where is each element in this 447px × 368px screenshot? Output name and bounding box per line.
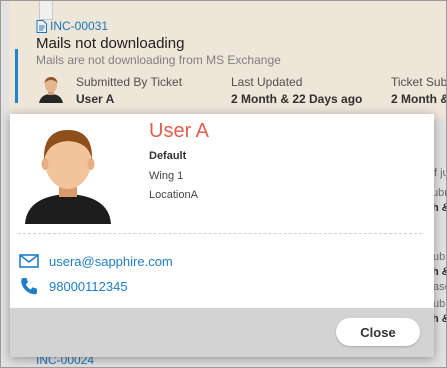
ticket-submitted-value: 2 Month & [391,92,447,106]
last-updated-label: Last Updated [231,75,303,89]
peek-text: ubr [433,251,446,263]
bookmark-icon [39,1,53,20]
user-phone-link[interactable]: 98000112345 [49,279,128,294]
peek-text: ubr [433,298,446,310]
submitted-by-label: Submitted By Ticket [76,75,183,89]
close-button[interactable]: Close [336,318,420,346]
ticket-description: Mails are not downloading from MS Exchan… [36,53,281,67]
phone-icon [21,278,37,295]
divider [18,233,422,234]
ticket-accent-bar [15,49,18,103]
last-updated: Last Updated 2 Month & 22 Days ago [231,75,362,106]
peek-text: h & [432,266,446,278]
user-wing: Wing 1 [149,170,184,182]
ticket-submitted: Ticket Submi 2 Month & [391,75,447,106]
user-role: Default [149,150,187,162]
phone-row[interactable]: 98000112345 [19,276,128,296]
submitted-by-value: User A [76,92,115,106]
user-location: LocationA [149,189,198,201]
peek-text: f jur [434,167,446,179]
ticket-id-link[interactable]: INC-00031 [50,19,108,33]
user-avatar [25,130,111,224]
last-updated-value: 2 Month & 22 Days ago [231,92,363,106]
avatar[interactable] [37,75,65,103]
email-icon [19,254,39,268]
email-row[interactable]: usera@sapphire.com [19,251,173,271]
user-email-link[interactable]: usera@sapphire.com [49,254,173,269]
peek-text: h & [432,313,446,325]
peek-text: h & [432,202,446,214]
ticket-submitted-label: Ticket Submi [391,75,447,89]
submitted-by: Submitted By Ticket User A [76,75,182,106]
ticket-title: Mails not downloading [36,35,185,52]
popup-footer: Close [10,308,434,357]
user-popup: User A Default Wing 1 LocationA usera@sa… [10,114,434,357]
ticket-id-row[interactable]: INC-00031 [36,19,108,33]
user-name: User A [149,120,210,142]
peek-text: ubr [432,187,447,199]
document-icon [36,19,47,33]
app-frame: INC-00031 Mails not downloading Mails ar… [0,0,447,368]
peek-text: ase [433,281,446,293]
